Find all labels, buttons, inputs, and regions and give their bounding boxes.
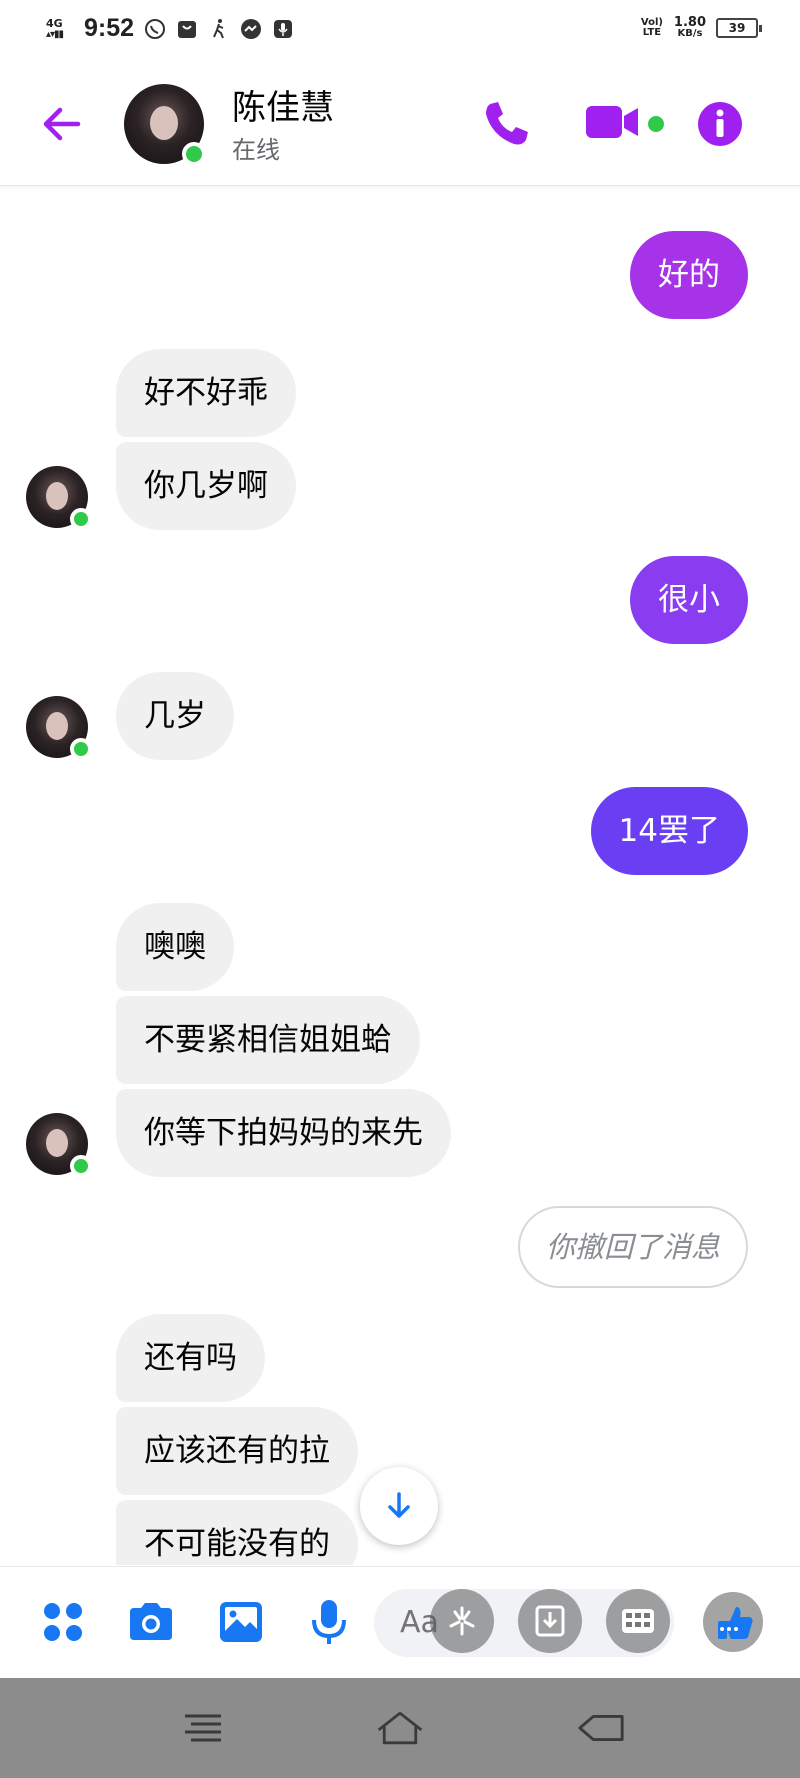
message-bubble-out[interactable]: 好的 (630, 231, 748, 319)
more-actions-button[interactable] (38, 1597, 88, 1647)
microphone-icon (312, 1600, 346, 1644)
message-bubble-in[interactable]: 不要紧相信姐姐蛤 (116, 996, 420, 1084)
info-icon (698, 102, 742, 146)
home-icon (377, 1711, 423, 1745)
back-arrow-icon (43, 107, 81, 141)
message-bubble-in[interactable]: 好不好乖 (116, 349, 296, 437)
sender-avatar[interactable] (26, 1113, 92, 1177)
whatsapp-icon (144, 18, 166, 40)
online-indicator (182, 142, 206, 166)
message-bubble-in[interactable]: 不可能没有的 (116, 1500, 358, 1565)
chat-header: 陈佳慧 在线 (0, 62, 800, 186)
message-bubble-out[interactable]: 很小 (630, 556, 748, 644)
info-button[interactable] (696, 100, 744, 148)
message-bubble-in[interactable]: 应该还有的拉 (116, 1407, 358, 1495)
online-indicator (70, 1155, 92, 1177)
message-bubble-in[interactable]: 几岁 (116, 672, 234, 760)
online-indicator (70, 738, 92, 760)
network-type: 4G (46, 16, 63, 30)
message-composer (0, 1566, 800, 1678)
phone-icon (486, 102, 528, 145)
voice-message-button[interactable] (304, 1597, 354, 1647)
voice-recorder-icon (272, 18, 294, 40)
battery-indicator: 39 (716, 17, 762, 38)
message-bubble-out[interactable]: 14罢了 (590, 787, 748, 875)
online-indicator (70, 508, 92, 530)
image-icon (220, 1602, 262, 1642)
camera-button[interactable] (126, 1597, 176, 1647)
volte-indicator: Vol) LTE (640, 16, 663, 38)
sender-avatar[interactable] (26, 466, 92, 530)
gallery-button[interactable] (216, 1597, 266, 1647)
message-list[interactable]: 好的 好不好乖 你几岁啊 很小 几岁 14罢了 噢噢 不要紧相信姐姐蛤 你等下拍… (0, 160, 800, 1565)
network-speed: 1.80 KB/s (674, 16, 706, 39)
walking-icon (208, 18, 230, 40)
status-bar: 4G ▴▾▮▮ 9:52 Vol) LTE 1.80 KB/s 39 (0, 0, 800, 62)
message-bubble-in[interactable]: 噢噢 (116, 903, 234, 991)
shop-icon (176, 18, 198, 40)
message-bubble-in[interactable]: 还有吗 (116, 1314, 265, 1402)
network-indicator: 4G ▴▾▮▮ (46, 16, 64, 40)
menu-lines-icon (185, 1714, 221, 1742)
clock: 9:52 (84, 14, 135, 42)
back-nav-button[interactable] (576, 1706, 626, 1750)
speed-unit: KB/s (677, 28, 703, 39)
unsent-message-notice: 你撤回了消息 (517, 1206, 748, 1288)
arrow-down-icon (388, 1492, 410, 1518)
contact-status: 在线 (232, 136, 280, 164)
back-triangle-icon (578, 1715, 624, 1741)
four-dots-icon (44, 1603, 82, 1641)
home-button[interactable] (375, 1706, 425, 1750)
video-call-button[interactable] (584, 100, 640, 144)
sender-avatar[interactable] (26, 696, 92, 760)
messenger-notification-icon (240, 18, 262, 40)
like-button[interactable] (702, 1591, 764, 1653)
camera-icon (130, 1603, 172, 1640)
video-online-dot (648, 116, 664, 132)
contact-name[interactable]: 陈佳慧 (232, 80, 334, 129)
recent-apps-button[interactable] (178, 1706, 228, 1750)
back-button[interactable] (38, 100, 86, 148)
keyboard-button[interactable] (606, 1589, 670, 1653)
system-navigation-bar (0, 1678, 800, 1778)
video-camera-icon (586, 106, 638, 138)
download-button[interactable] (518, 1589, 582, 1653)
keyboard-icon (622, 1609, 654, 1633)
voice-call-button[interactable] (480, 98, 532, 150)
download-icon (535, 1605, 565, 1637)
thumbs-up-icon (703, 1592, 763, 1652)
sparkle-icon (449, 1606, 475, 1636)
message-bubble-in[interactable]: 你等下拍妈妈的来先 (116, 1089, 451, 1177)
message-bubble-in[interactable]: 你几岁啊 (116, 442, 296, 530)
scroll-to-bottom-button[interactable] (360, 1467, 438, 1545)
sticker-button[interactable] (430, 1589, 494, 1653)
contact-avatar[interactable] (124, 84, 206, 166)
